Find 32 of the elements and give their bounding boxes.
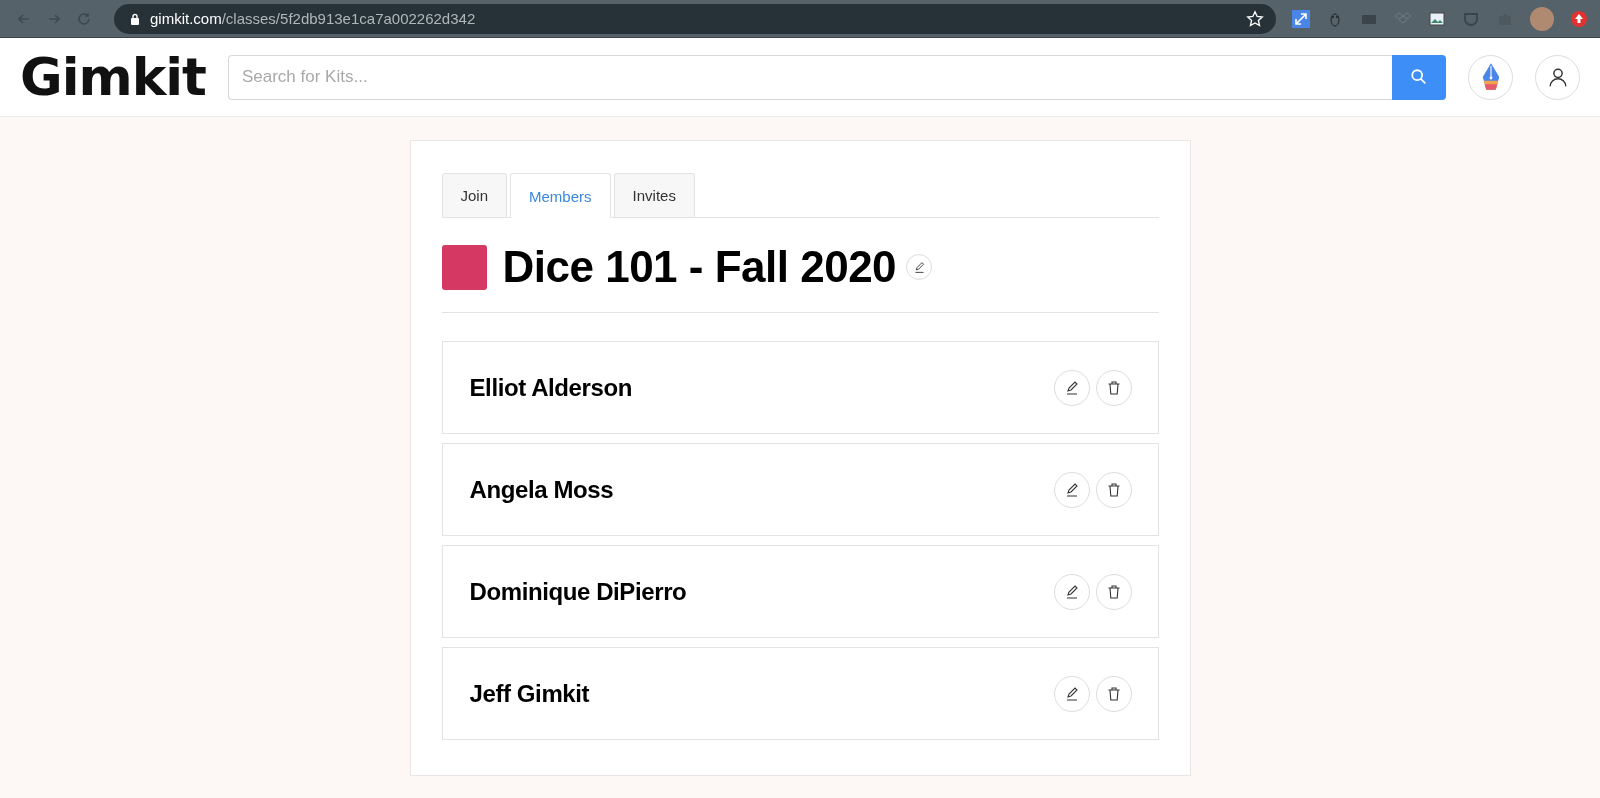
- member-name: Elliot Alderson: [469, 373, 632, 402]
- edit-member-button[interactable]: [1053, 675, 1090, 712]
- edit-member-button[interactable]: [1053, 369, 1090, 406]
- logo[interactable]: Gimkit: [20, 47, 206, 107]
- tab[interactable]: Invites: [613, 173, 695, 217]
- delete-member-button[interactable]: [1095, 573, 1132, 610]
- pencil-icon: [912, 260, 926, 274]
- address-bar[interactable]: gimkit.com/classes/5f2db913e1ca7a002262d342: [114, 3, 1276, 34]
- tab[interactable]: Members: [510, 173, 611, 218]
- search-icon: [1410, 68, 1428, 86]
- member-name: Dominique DiPierro: [469, 577, 687, 606]
- delete-member-button[interactable]: [1095, 675, 1132, 712]
- edit-title-button[interactable]: [906, 254, 933, 280]
- class-title: Dice 101 - Fall 2020: [502, 242, 897, 292]
- member-name: Angela Moss: [469, 475, 614, 504]
- url-text: gimkit.com/classes/5f2db913e1ca7a002262d342: [150, 10, 477, 27]
- image-icon[interactable]: [1428, 9, 1446, 28]
- search-button[interactable]: [1392, 54, 1446, 100]
- lock-icon: [130, 12, 140, 25]
- expand-arrows-icon[interactable]: [1292, 9, 1310, 28]
- edit-member-button[interactable]: [1053, 471, 1090, 508]
- search-field[interactable]: Search for Kits...: [227, 54, 1392, 100]
- pen-nib-button[interactable]: [1468, 54, 1513, 100]
- reload-icon[interactable]: [76, 10, 92, 27]
- delete-member-button[interactable]: [1095, 369, 1132, 406]
- member-name: Jeff Gimkit: [469, 679, 590, 708]
- delete-member-button[interactable]: [1095, 471, 1132, 508]
- edit-member-button[interactable]: [1053, 573, 1090, 610]
- profile-button[interactable]: [1535, 54, 1580, 100]
- star-icon[interactable]: [1246, 9, 1264, 28]
- tab[interactable]: Join: [441, 173, 508, 217]
- avatar[interactable]: [1530, 6, 1554, 31]
